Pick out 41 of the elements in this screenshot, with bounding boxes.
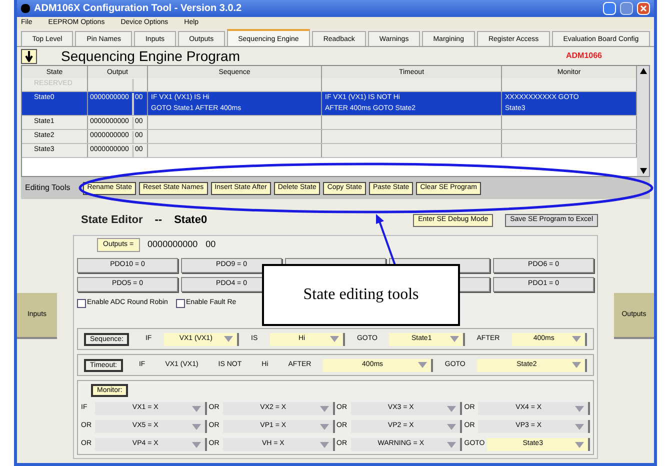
- scroll-up-icon[interactable]: [640, 68, 646, 74]
- state-editor-title: State Editor: [81, 212, 143, 228]
- dropdown-caret-icon: [450, 336, 459, 342]
- window-title: ADM106X Configuration Tool - Version 3.0.2: [34, 2, 243, 16]
- outputs-value: 0000000000: [148, 238, 198, 252]
- callout-tooltip: State editing tools: [262, 264, 460, 326]
- dropdown-caret-icon: [224, 336, 234, 342]
- scrollbar[interactable]: [637, 66, 649, 176]
- dropdown-caret-icon: [575, 406, 584, 412]
- editing-tools-label: Editing Tools: [25, 182, 70, 194]
- pointer-arrow: [374, 213, 398, 265]
- state-name: State0: [174, 212, 208, 228]
- dropdown-caret-icon: [447, 442, 456, 448]
- page-heading: Sequencing Engine Program: [61, 46, 242, 66]
- scroll-down-icon[interactable]: [640, 168, 646, 174]
- dropdown-caret-icon: [192, 442, 201, 448]
- down-arrow-icon: [25, 50, 33, 62]
- dropdown-caret-icon: [192, 406, 201, 412]
- minimize-button[interactable]: [603, 2, 616, 15]
- dropdown-caret-icon: [575, 442, 584, 448]
- dropdown-caret-icon: [330, 336, 339, 342]
- app-icon: [21, 4, 30, 13]
- checkbox[interactable]: [77, 298, 86, 308]
- close-icon: [640, 5, 647, 12]
- dropdown-caret-icon: [447, 406, 456, 412]
- close-button[interactable]: [637, 2, 650, 15]
- dropdown-caret-icon: [572, 336, 582, 342]
- maximize-button[interactable]: [620, 2, 633, 15]
- dropdown-caret-icon: [447, 424, 456, 430]
- dropdown-caret-icon: [320, 406, 328, 412]
- dropdown-caret-icon: [418, 362, 427, 368]
- dropdown-caret-icon: [572, 362, 582, 368]
- checkbox[interactable]: [176, 298, 185, 308]
- download-button[interactable]: [21, 48, 37, 64]
- dropdown-caret-icon: [575, 424, 584, 430]
- title-separator: --: [154, 212, 162, 228]
- dropdown-caret-icon: [320, 424, 328, 430]
- outputs-value: 00: [206, 238, 216, 252]
- dropdown-caret-icon: [192, 424, 201, 430]
- dropdown-caret-icon: [320, 442, 328, 448]
- device-name: ADM1066: [566, 50, 602, 62]
